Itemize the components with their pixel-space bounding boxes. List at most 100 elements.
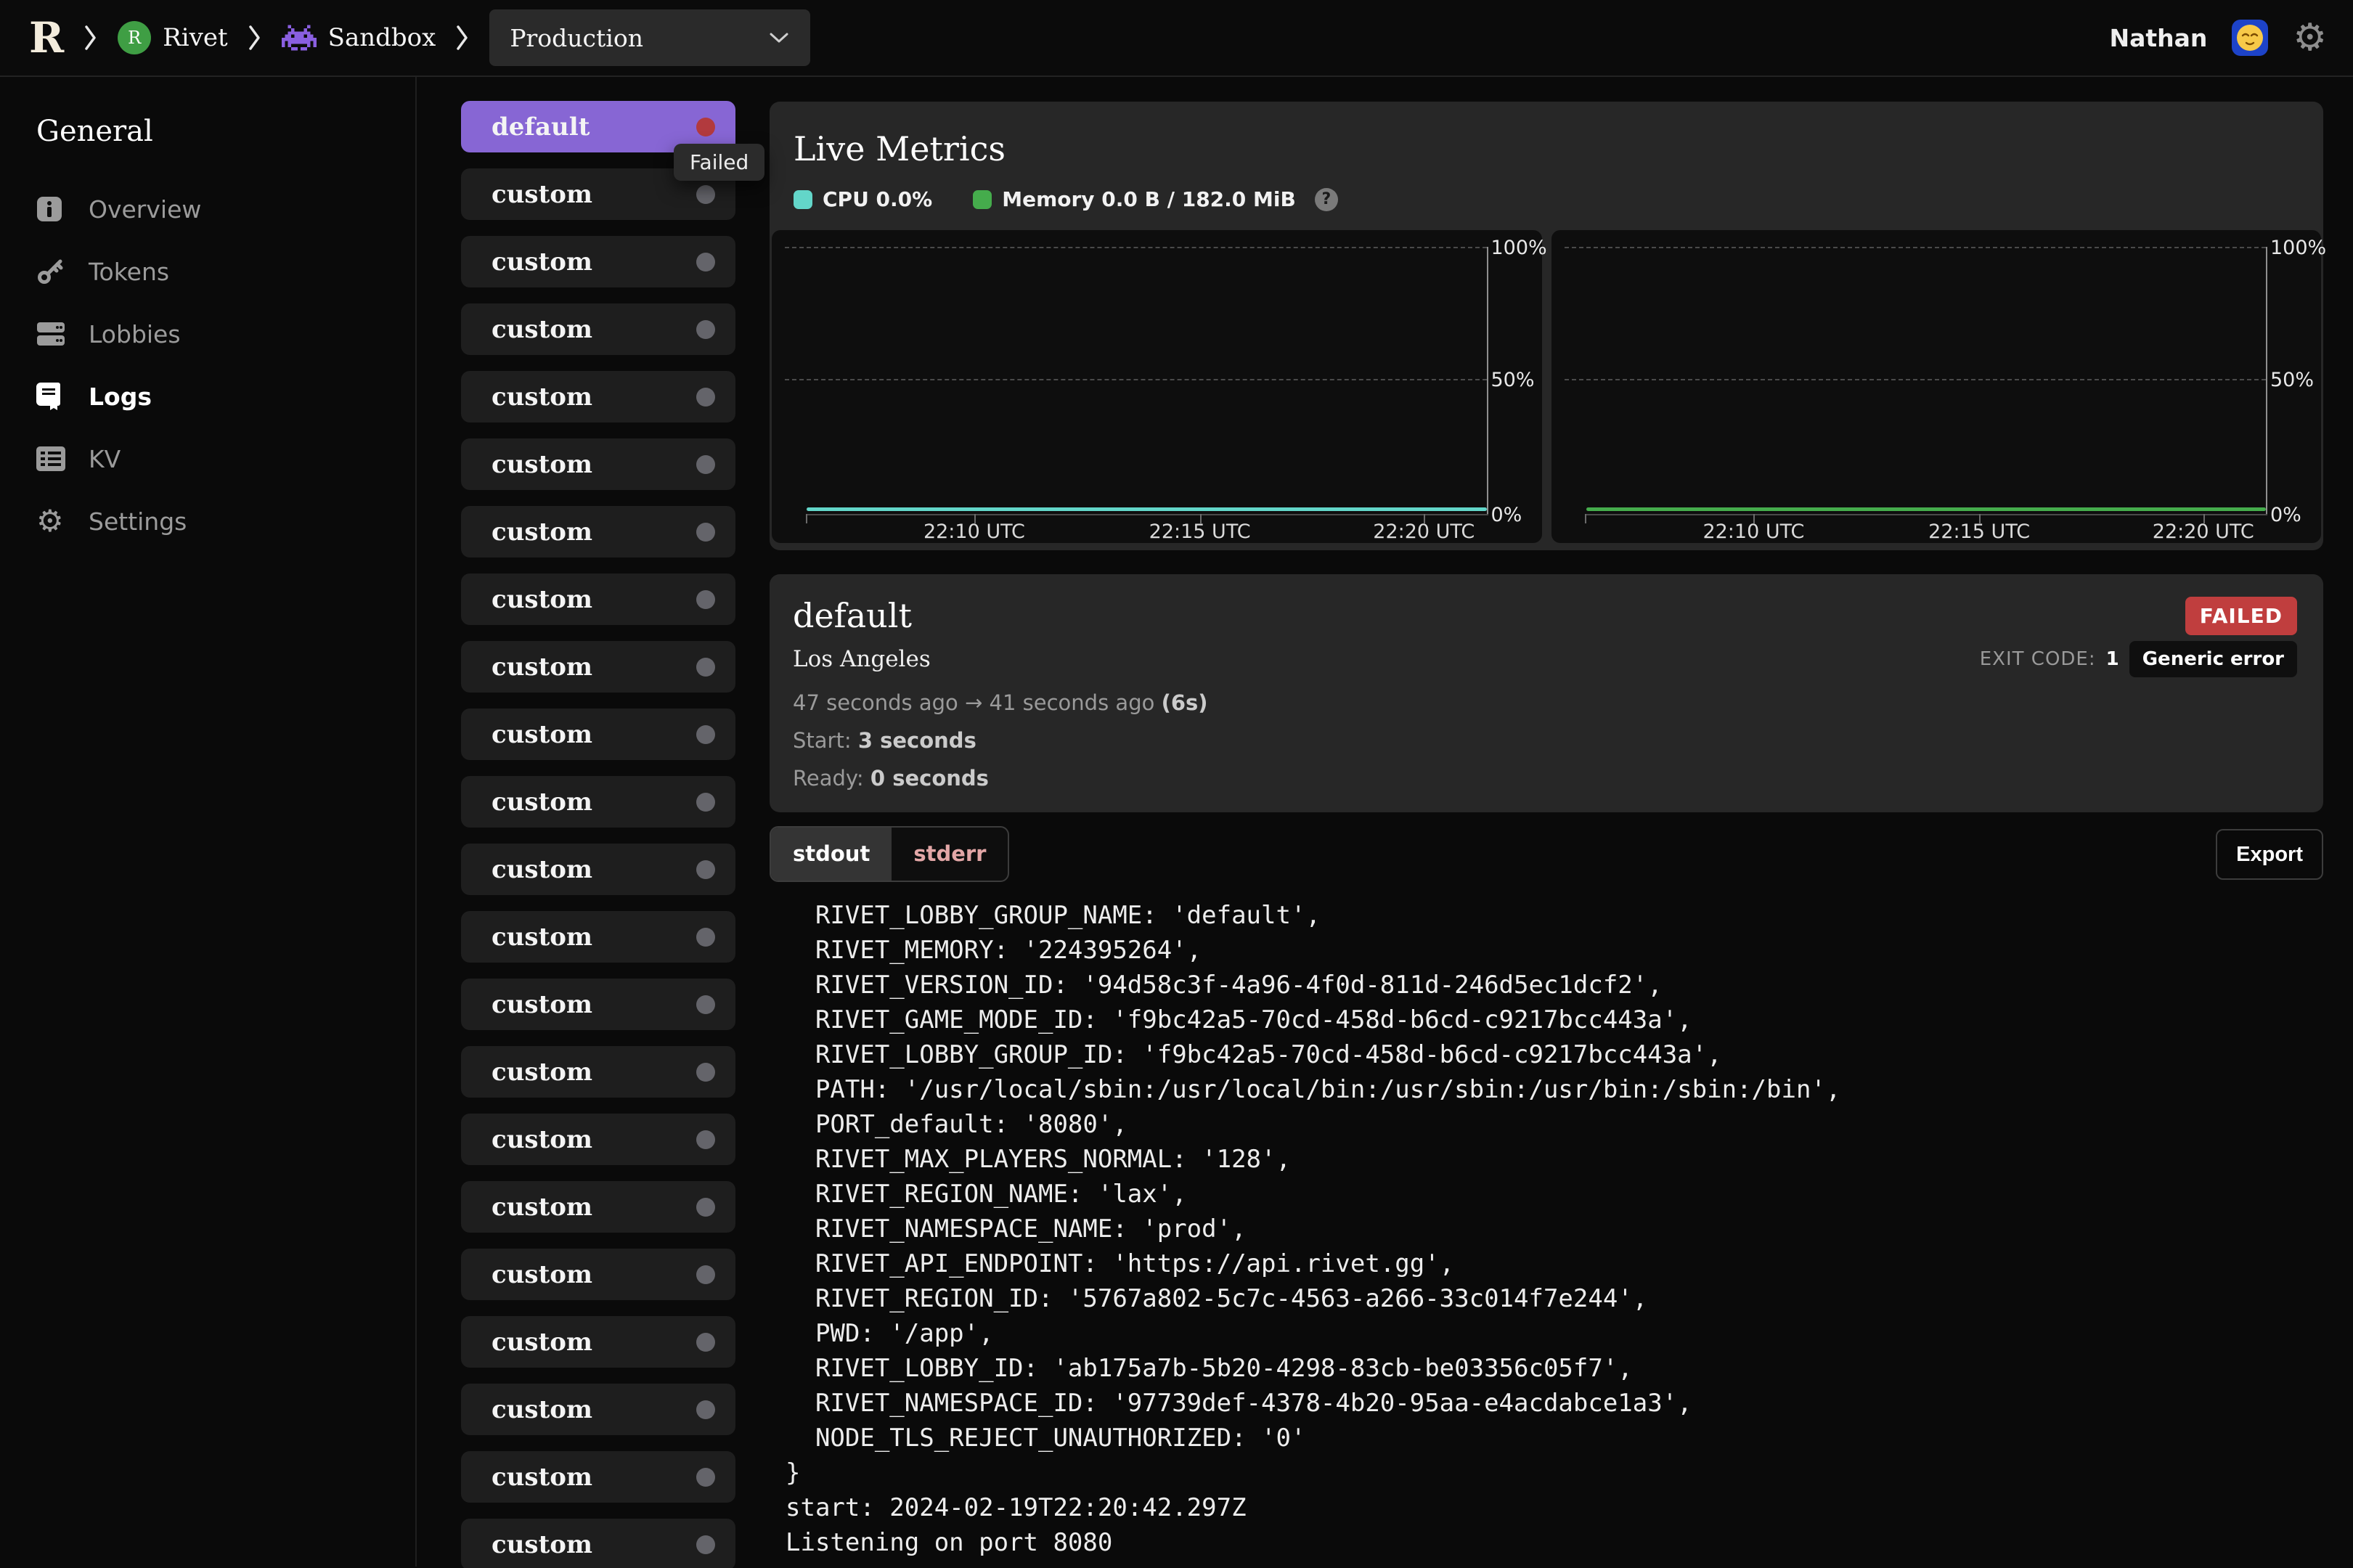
sidebar-item-settings[interactable]: ⚙ Settings bbox=[36, 507, 415, 536]
environment-select[interactable]: Production bbox=[489, 9, 810, 66]
x-tick bbox=[1585, 514, 1586, 523]
help-icon[interactable]: ? bbox=[1315, 188, 1338, 211]
sidebar-item-logs[interactable]: Logs bbox=[36, 382, 415, 411]
space-invader-icon bbox=[282, 25, 317, 51]
lobby-item[interactable]: custom bbox=[461, 911, 735, 963]
lobby-name: custom bbox=[492, 383, 592, 412]
breadcrumb-project[interactable]: Sandbox bbox=[282, 23, 436, 52]
lobby-name: custom bbox=[492, 1530, 592, 1559]
settings-gear-icon[interactable]: ⚙ bbox=[2293, 19, 2327, 57]
sidebar-item-label: Lobbies bbox=[89, 320, 181, 348]
lobby-item[interactable]: custom bbox=[461, 709, 735, 760]
lobby-item[interactable]: custom bbox=[461, 1384, 735, 1435]
log-line: RIVET_NAMESPACE_ID: '97739def-4378-4b20-… bbox=[786, 1386, 2323, 1421]
sidebar-item-kv[interactable]: KV bbox=[36, 444, 415, 473]
lobby-name: custom bbox=[492, 518, 592, 547]
lobby-item[interactable]: custom bbox=[461, 303, 735, 355]
lobby-item[interactable]: custom bbox=[461, 438, 735, 490]
environment-select-value: Production bbox=[510, 24, 643, 52]
cpu-x-axis bbox=[807, 514, 1488, 515]
lobby-name: custom bbox=[492, 855, 592, 884]
lobby-name: custom bbox=[492, 315, 592, 344]
x-tick-label: 22:20 UTC bbox=[1373, 520, 1475, 543]
tab-stdout[interactable]: stdout bbox=[771, 828, 892, 881]
failed-tooltip: Failed bbox=[674, 144, 764, 181]
lobby-name: custom bbox=[492, 1395, 592, 1424]
sidebar-item-lobbies[interactable]: Lobbies bbox=[36, 319, 415, 348]
live-metrics-title: Live Metrics bbox=[794, 129, 2321, 168]
status-dot-icon bbox=[696, 658, 715, 677]
gear-icon: ⚙ bbox=[36, 507, 70, 536]
lobby-name: default bbox=[492, 113, 590, 142]
lobby-item[interactable]: custom bbox=[461, 979, 735, 1030]
log-line: RIVET_MAX_PLAYERS_NORMAL: '128', bbox=[786, 1142, 2323, 1177]
chevron-down-icon bbox=[768, 31, 790, 44]
breadcrumb-org[interactable]: R Rivet bbox=[118, 21, 227, 54]
lobby-name: custom bbox=[492, 923, 592, 952]
log-line: RIVET_NAMESPACE_NAME: 'prod', bbox=[786, 1212, 2323, 1246]
lobby-item[interactable]: custom bbox=[461, 641, 735, 693]
y-tick-label: 50% bbox=[2270, 369, 2315, 391]
export-button[interactable]: Export bbox=[2216, 829, 2323, 880]
lobby-name: custom bbox=[492, 248, 592, 277]
lobby-item[interactable]: custom bbox=[461, 1249, 735, 1300]
lobby-item[interactable]: custom bbox=[461, 1316, 735, 1368]
lobby-item[interactable]: custom bbox=[461, 371, 735, 422]
lobby-name: custom bbox=[492, 450, 592, 479]
user-avatar[interactable] bbox=[2232, 20, 2268, 56]
y-tick-label: 100% bbox=[1491, 237, 1536, 259]
rivet-logo-icon[interactable]: R bbox=[29, 17, 64, 59]
log-tabs: stdout stderr bbox=[770, 826, 1009, 882]
lobby-item[interactable]: custom bbox=[461, 1046, 735, 1098]
legend-memory: Memory 0.0 B / 182.0 MiB ? bbox=[973, 187, 1338, 211]
lobby-item[interactable]: custom bbox=[461, 573, 735, 625]
log-line: RIVET_REGION_ID: '5767a802-5c7c-4563-a26… bbox=[786, 1281, 2323, 1316]
status-dot-icon bbox=[696, 860, 715, 879]
x-tick-label: 22:10 UTC bbox=[923, 520, 1025, 543]
instance-ready-time: Ready: 0 seconds bbox=[793, 766, 2297, 791]
lobby-item[interactable]: custom bbox=[461, 776, 735, 828]
page-body: General Overview Tokens Lobbies bbox=[0, 77, 2353, 1567]
lobby-item[interactable]: custom bbox=[461, 1519, 735, 1568]
status-dot-icon bbox=[696, 1198, 715, 1217]
log-output[interactable]: RIVET_LOBBY_GROUP_NAME: 'default', RIVET… bbox=[770, 898, 2323, 1567]
status-dot-icon bbox=[696, 1130, 715, 1149]
log-line: } bbox=[786, 1455, 2323, 1490]
topbar: R R Rivet San bbox=[0, 0, 2353, 77]
y-tick-label: 50% bbox=[1491, 369, 1536, 391]
sidebar-item-tokens[interactable]: Tokens bbox=[36, 257, 415, 286]
live-metrics-header: Live Metrics CPU 0.0% Memory 0.0 B / 182… bbox=[772, 102, 2321, 230]
gridline-50 bbox=[1565, 379, 2267, 380]
sidebar: General Overview Tokens Lobbies bbox=[0, 77, 417, 1567]
lobby-item[interactable]: custom bbox=[461, 236, 735, 287]
log-line: NODE_TLS_REJECT_UNAUTHORIZED: '0' bbox=[786, 1421, 2323, 1455]
status-dot-icon bbox=[696, 455, 715, 474]
lobby-name: custom bbox=[492, 585, 592, 614]
chevron-right-icon bbox=[248, 25, 261, 51]
instance-timespan: 47 seconds ago → 41 seconds ago (6s) bbox=[793, 690, 2297, 715]
tab-stderr[interactable]: stderr bbox=[892, 828, 1008, 881]
exit-code-label: EXIT CODE: bbox=[1980, 648, 2096, 670]
lobby-name: custom bbox=[492, 1260, 592, 1289]
lobby-item[interactable]: custom bbox=[461, 506, 735, 558]
lobby-item[interactable]: custom bbox=[461, 1181, 735, 1233]
sidebar-item-overview[interactable]: Overview bbox=[36, 195, 415, 224]
arrow-right-icon: → bbox=[965, 690, 982, 715]
memory-y-axis bbox=[2266, 247, 2267, 515]
x-tick-label: 22:15 UTC bbox=[1149, 520, 1251, 543]
log-line: PORT_default: '8080', bbox=[786, 1107, 2323, 1142]
lobby-item[interactable]: custom bbox=[461, 1114, 735, 1165]
status-dot-icon bbox=[696, 725, 715, 744]
log-line: server-ready: 2024-02-19T22:20:42.646Z bbox=[786, 1560, 2323, 1567]
generic-error-badge: Generic error bbox=[2129, 641, 2297, 677]
charts-row: 100% 50% 0% 22:10 UTC 22:15 UTC 22:20 UT… bbox=[772, 230, 2321, 543]
status-dot-icon bbox=[696, 1063, 715, 1082]
status-dot-icon bbox=[696, 523, 715, 542]
log-line: RIVET_REGION_NAME: 'lax', bbox=[786, 1177, 2323, 1212]
lobby-item[interactable]: custom bbox=[461, 1451, 735, 1503]
lobby-name: custom bbox=[492, 990, 592, 1019]
log-line: RIVET_LOBBY_GROUP_NAME: 'default', bbox=[786, 898, 2323, 933]
cpu-series-line bbox=[807, 507, 1487, 511]
lobby-item[interactable]: custom bbox=[461, 844, 735, 895]
lobby-name: custom bbox=[492, 1125, 592, 1154]
